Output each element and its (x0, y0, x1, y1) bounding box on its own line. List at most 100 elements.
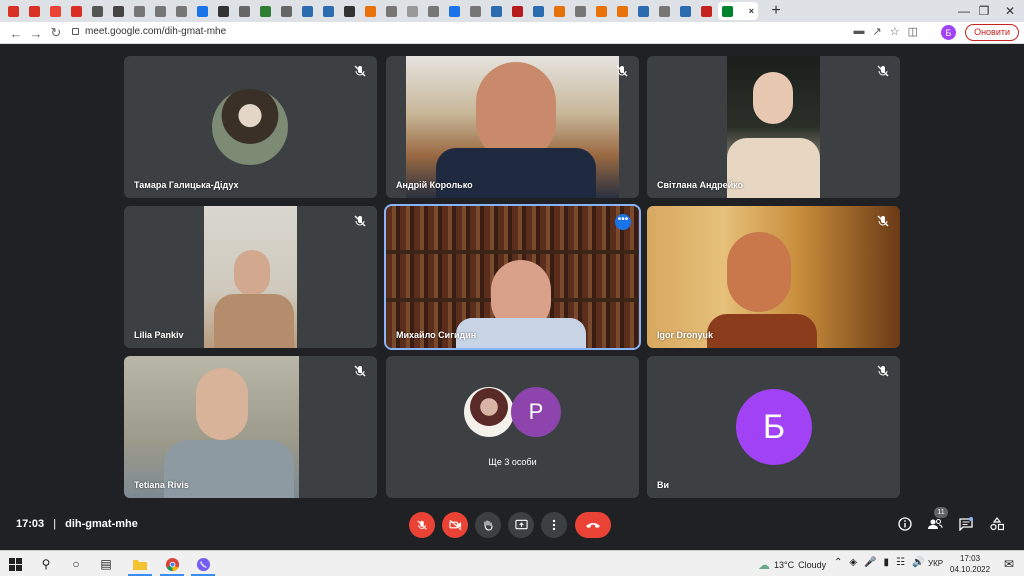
favicon-icon (365, 5, 376, 17)
self-tile[interactable]: Б Ви (647, 356, 900, 498)
browser-tab[interactable] (466, 2, 485, 20)
leave-call-button[interactable] (575, 512, 611, 538)
raise-hand-button[interactable] (475, 512, 501, 538)
browser-tab[interactable] (214, 2, 233, 20)
bookmark-star-icon[interactable]: ☆ (890, 25, 900, 38)
chevron-up-icon[interactable]: ⌃ (834, 557, 842, 568)
present-now-button[interactable] (508, 512, 534, 538)
browser-tab[interactable] (676, 2, 695, 20)
browser-tab[interactable] (130, 2, 149, 20)
browser-tab[interactable] (592, 2, 611, 20)
microphone-icon[interactable]: 🎤 (864, 557, 876, 568)
participant-tile[interactable]: Світлана Андрейко (647, 56, 900, 198)
browser-tab[interactable] (235, 2, 254, 20)
browser-tab[interactable] (382, 2, 401, 20)
shelf (386, 250, 639, 254)
browser-tab[interactable] (88, 2, 107, 20)
browser-tab[interactable] (67, 2, 86, 20)
browser-tab[interactable] (4, 2, 23, 20)
vpn-icon[interactable]: ◈ (849, 557, 857, 568)
share-icon[interactable]: ↗ (873, 25, 882, 38)
favicon-icon (449, 5, 460, 17)
reload-icon[interactable]: ↻ (46, 25, 66, 41)
browser-tab[interactable] (340, 2, 359, 20)
mic-toggle-button[interactable] (409, 512, 435, 538)
chat-button[interactable] (957, 515, 975, 533)
participant-tile[interactable]: Igor Dronyuk (647, 206, 900, 348)
browser-tab[interactable] (319, 2, 338, 20)
favicon-icon (71, 5, 82, 17)
browser-tab[interactable] (277, 2, 296, 20)
participant-name: Світлана Андрейко (657, 180, 744, 190)
browser-tab[interactable] (697, 2, 716, 20)
cortana-icon[interactable]: ○ (67, 555, 85, 573)
participant-name: Lilia Pankiv (134, 330, 184, 340)
close-tab-icon[interactable]: × (749, 6, 754, 16)
browser-tab[interactable] (571, 2, 590, 20)
cloud-icon: ☁ (758, 558, 770, 572)
activities-button[interactable] (988, 515, 1006, 533)
browser-tab[interactable] (655, 2, 674, 20)
others-tile[interactable]: P Ще 3 особи (386, 356, 639, 498)
more-options-icon[interactable]: ••• (615, 214, 631, 230)
browser-tab[interactable] (445, 2, 464, 20)
participant-video (406, 56, 619, 198)
participant-tile[interactable]: Tetiana Rivis (124, 356, 377, 498)
browser-tab[interactable] (529, 2, 548, 20)
notifications-icon[interactable]: ✉ (1000, 555, 1018, 573)
file-explorer-icon[interactable] (131, 555, 149, 573)
browser-tab[interactable] (298, 2, 317, 20)
participant-tile[interactable]: Lilia Pankiv (124, 206, 377, 348)
camera-icon[interactable]: ▬ (854, 25, 865, 38)
update-button[interactable]: Оновити (965, 24, 1019, 41)
viber-icon[interactable] (194, 555, 212, 573)
system-clock[interactable]: 17:03 04.10.2022 (950, 553, 990, 575)
browser-tab[interactable] (487, 2, 506, 20)
profile-avatar[interactable]: Б (941, 25, 956, 40)
side-panel-icon[interactable]: ◫ (908, 25, 918, 38)
browser-tab[interactable] (256, 2, 275, 20)
activities-icon (990, 517, 1004, 531)
task-view-icon[interactable]: ▤ (97, 555, 115, 573)
start-icon[interactable] (6, 555, 24, 573)
participant-tile-active-speaker[interactable]: ••• Михайло Сигидин (384, 204, 641, 350)
participant-tile[interactable]: Тамара Галицька-Дідух (124, 56, 377, 198)
browser-tab[interactable] (46, 2, 65, 20)
close-window-icon[interactable]: ✕ (990, 0, 1024, 22)
browser-tab[interactable] (424, 2, 443, 20)
browser-tab[interactable] (403, 2, 422, 20)
url-field[interactable]: meet.google.com/dih-gmat-mhe (72, 26, 226, 37)
search-icon[interactable]: ⚲ (37, 555, 55, 573)
favicon-icon (554, 5, 565, 17)
meeting-details-button[interactable] (896, 515, 914, 533)
clock-date: 04.10.2022 (950, 565, 991, 574)
browser-tab[interactable] (151, 2, 170, 20)
browser-tab-active[interactable]: × (718, 2, 758, 20)
browser-tab[interactable] (634, 2, 653, 20)
forward-icon[interactable]: → (26, 26, 46, 41)
participant-tile[interactable]: Андрій Королько (386, 56, 639, 198)
weather-widget[interactable]: ☁ 13°C Cloudy (758, 558, 826, 572)
volume-icon[interactable]: 🔊 (912, 557, 924, 568)
battery-icon[interactable]: ▮ (884, 557, 890, 568)
chrome-icon[interactable] (163, 555, 181, 573)
browser-tab[interactable] (361, 2, 380, 20)
favicon-icon (8, 5, 19, 17)
camera-toggle-button[interactable] (442, 512, 468, 538)
back-icon[interactable]: ← (6, 26, 26, 41)
wifi-icon[interactable]: ☷ (896, 557, 905, 568)
language-indicator[interactable]: УКР (928, 559, 943, 568)
browser-tab[interactable] (172, 2, 191, 20)
browser-tab[interactable] (25, 2, 44, 20)
favicon-icon (302, 5, 313, 17)
new-tab-icon[interactable]: + (766, 2, 786, 20)
browser-tab[interactable] (550, 2, 569, 20)
favicon-icon (659, 5, 670, 17)
meeting-info: 17:03 | dih-gmat-mhe (16, 518, 138, 530)
browser-tab[interactable] (109, 2, 128, 20)
browser-tab[interactable] (193, 2, 212, 20)
browser-tab[interactable] (508, 2, 527, 20)
browser-tab[interactable] (613, 2, 632, 20)
more-options-button[interactable] (541, 512, 567, 538)
address-bar: ← → ↻ meet.google.com/dih-gmat-mhe ▬ ↗ ☆… (0, 22, 1024, 44)
